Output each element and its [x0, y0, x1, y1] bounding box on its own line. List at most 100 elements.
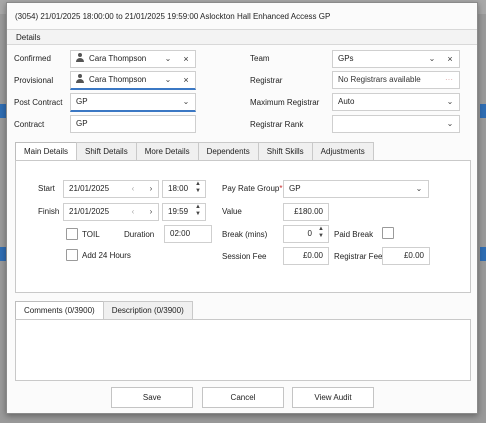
pay-rate-group-select[interactable]: GP ⌄: [283, 180, 429, 198]
start-date-value: 21/01/2025: [69, 184, 110, 193]
contract-field[interactable]: GP: [70, 115, 196, 133]
tab-description[interactable]: Description (0/3900): [102, 301, 193, 320]
registrar-fee-label: Registrar Fee: [334, 252, 383, 261]
post-contract-label: Post Contract: [14, 98, 63, 107]
provisional-value: Cara Thompson: [89, 75, 147, 84]
finish-date-value: 21/01/2025: [69, 207, 110, 216]
contract-label: Contract: [14, 120, 45, 129]
duration-label: Duration: [124, 230, 155, 239]
up-icon[interactable]: ▲: [195, 204, 201, 210]
duration-field[interactable]: 02:00: [164, 225, 212, 243]
start-time-field[interactable]: 18:00 ▲ ▼: [162, 180, 206, 198]
person-icon: [76, 53, 84, 62]
break-label: Break (mins): [222, 230, 268, 239]
paid-break-label: Paid Break: [334, 230, 374, 239]
contract-value: GP: [76, 119, 88, 128]
start-label: Start: [38, 184, 55, 193]
break-field[interactable]: 0 ▲ ▼: [283, 225, 329, 243]
chevron-down-icon[interactable]: ⌄: [163, 51, 173, 67]
add-24-hours-label: Add 24 Hours: [82, 251, 131, 260]
confirmed-value: Cara Thompson: [89, 54, 147, 63]
start-time-value: 18:00: [168, 184, 189, 193]
pay-rate-group-value: GP: [289, 184, 301, 193]
break-spinner[interactable]: ▲ ▼: [316, 226, 326, 242]
team-select[interactable]: GPs ⌄ ×: [332, 50, 460, 68]
chevron-down-icon[interactable]: ⌄: [414, 181, 424, 197]
down-icon[interactable]: ▼: [195, 211, 201, 217]
finish-time-spinner[interactable]: ▲ ▼: [193, 204, 203, 220]
clear-confirmed-icon[interactable]: ×: [181, 51, 191, 67]
pay-rate-group-label: Pay Rate Group*: [222, 184, 283, 193]
registrar-rank-select[interactable]: ⌄: [332, 115, 460, 133]
team-value: GPs: [338, 54, 354, 63]
finish-time-field[interactable]: 19:59 ▲ ▼: [162, 203, 206, 221]
provisional-label: Provisional: [14, 76, 54, 85]
session-fee-field[interactable]: £0.00: [283, 247, 329, 265]
next-day-icon[interactable]: ›: [146, 204, 156, 220]
pay-rate-group-label-text: Pay Rate Group: [222, 184, 280, 193]
next-day-icon[interactable]: ›: [146, 181, 156, 197]
tab-shift-details[interactable]: Shift Details: [76, 142, 137, 161]
value-label: Value: [222, 207, 242, 216]
prev-day-icon[interactable]: ‹: [128, 204, 138, 220]
down-icon[interactable]: ▼: [195, 188, 201, 194]
chevron-down-icon[interactable]: ⌄: [445, 116, 455, 132]
post-contract-select[interactable]: GP ⌄: [70, 93, 196, 112]
registrar-fee-value: £0.00: [403, 251, 424, 260]
main-tab-strip: Main Details Shift Details More Details …: [15, 142, 374, 162]
comments-textarea[interactable]: [15, 319, 471, 381]
chevron-down-icon[interactable]: ⌄: [181, 94, 191, 110]
duration-value: 02:00: [170, 229, 191, 238]
start-date-field[interactable]: 21/01/2025 ‹ ›: [63, 180, 159, 198]
confirmed-select[interactable]: Cara Thompson ⌄ ×: [70, 50, 196, 68]
start-time-spinner[interactable]: ▲ ▼: [193, 181, 203, 197]
clear-provisional-icon[interactable]: ×: [181, 72, 191, 88]
paid-break-checkbox[interactable]: [382, 227, 394, 239]
value-amount: £180.00: [294, 207, 323, 216]
registrar-value: No Registrars available: [338, 75, 421, 84]
toil-checkbox[interactable]: [66, 228, 78, 240]
clear-team-icon[interactable]: ×: [445, 51, 455, 67]
break-value: 0: [307, 229, 312, 238]
session-fee-value: £0.00: [302, 251, 323, 260]
details-section-header: Details: [7, 29, 477, 45]
toil-label: TOIL: [82, 230, 100, 239]
registrar-field[interactable]: No Registrars available ···: [332, 71, 460, 89]
chevron-down-icon[interactable]: ⌄: [445, 94, 455, 110]
registrar-fee-field[interactable]: £0.00: [382, 247, 430, 265]
shift-dialog: (3054) 21/01/2025 18:00:00 to 21/01/2025…: [6, 2, 478, 414]
team-label: Team: [250, 54, 270, 63]
view-audit-button[interactable]: View Audit: [292, 387, 374, 408]
tab-adjustments[interactable]: Adjustments: [311, 142, 374, 161]
background-selected-row: [480, 247, 486, 261]
finish-time-value: 19:59: [168, 207, 189, 216]
up-icon[interactable]: ▲: [318, 226, 324, 232]
dialog-title: (3054) 21/01/2025 18:00:00 to 21/01/2025…: [15, 12, 331, 21]
up-icon[interactable]: ▲: [195, 181, 201, 187]
more-icon[interactable]: ···: [445, 72, 453, 88]
registrar-rank-label: Registrar Rank: [250, 120, 304, 129]
tab-shift-skills[interactable]: Shift Skills: [257, 142, 313, 161]
cancel-button[interactable]: Cancel: [202, 387, 284, 408]
max-registrar-select[interactable]: Auto ⌄: [332, 93, 460, 111]
value-field[interactable]: £180.00: [283, 203, 329, 221]
main-details-panel: Start 21/01/2025 ‹ › 18:00 ▲ ▼ Finish 21/…: [15, 160, 471, 293]
registrar-label: Registrar: [250, 76, 283, 85]
tab-main-details[interactable]: Main Details: [15, 142, 78, 162]
save-button[interactable]: Save: [111, 387, 193, 408]
prev-day-icon[interactable]: ‹: [128, 181, 138, 197]
chevron-down-icon[interactable]: ⌄: [427, 51, 437, 67]
max-registrar-value: Auto: [338, 97, 355, 106]
finish-date-field[interactable]: 21/01/2025 ‹ ›: [63, 203, 159, 221]
post-contract-value: GP: [76, 97, 88, 106]
comments-tab-strip: Comments (0/3900) Description (0/3900): [15, 301, 193, 321]
tab-comments[interactable]: Comments (0/3900): [15, 301, 104, 321]
background-selected-row: [480, 104, 486, 118]
tab-more-details[interactable]: More Details: [135, 142, 199, 161]
provisional-select[interactable]: Cara Thompson ⌄ ×: [70, 71, 196, 90]
down-icon[interactable]: ▼: [318, 233, 324, 239]
tab-dependents[interactable]: Dependents: [197, 142, 259, 161]
max-registrar-label: Maximum Registrar: [250, 98, 320, 107]
add-24-hours-checkbox[interactable]: [66, 249, 78, 261]
chevron-down-icon[interactable]: ⌄: [163, 72, 173, 88]
